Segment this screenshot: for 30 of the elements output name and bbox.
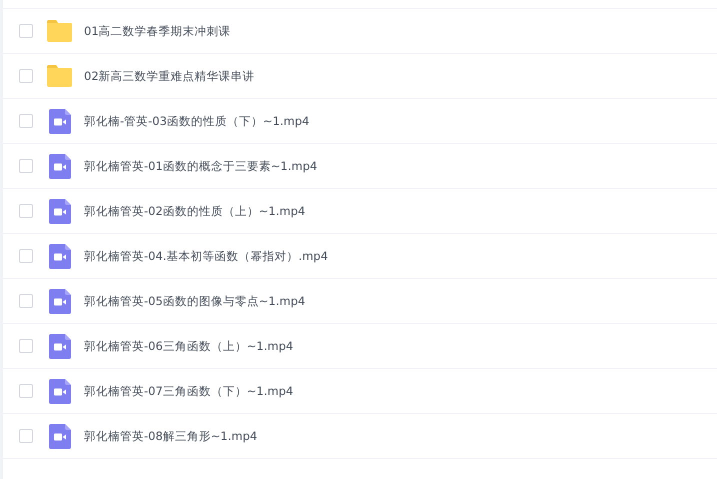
checkbox[interactable] (19, 159, 33, 173)
checkbox[interactable] (19, 249, 33, 263)
video-file-icon (48, 244, 70, 268)
folder-icon (46, 20, 73, 42)
file-name[interactable]: 01高二数学春季期末冲刺课 (84, 24, 231, 38)
checkbox[interactable] (19, 339, 33, 353)
file-name[interactable]: 郭化楠管英-07三角函数（下）~1.mp4 (84, 384, 294, 398)
file-name[interactable]: 02新高三数学重难点精华课串讲 (84, 68, 255, 84)
checkbox[interactable] (19, 24, 33, 38)
file-name[interactable]: 郭化楠管英-01函数的概念于三要素~1.mp4 (84, 158, 318, 174)
file-name[interactable]: 郭化楠管英-02函数的性质（上）~1.mp4 (84, 204, 306, 218)
checkbox[interactable] (19, 429, 33, 443)
video-file-icon (48, 108, 70, 134)
checkbox[interactable] (19, 114, 33, 128)
checkbox[interactable] (19, 69, 33, 83)
video-file-icon (48, 198, 70, 224)
file-name[interactable]: 郭化楠管英-04.基本初等函数（幂指对）.mp4 (84, 248, 328, 264)
file-name[interactable]: 郭化楠管英-05函数的图像与零点~1.mp4 (84, 294, 306, 308)
file-name[interactable]: 郭化楠管英-06三角函数（上）~1.mp4 (84, 338, 294, 354)
video-file-icon (48, 424, 70, 448)
checkbox[interactable] (19, 384, 33, 398)
video-file-icon (48, 288, 70, 314)
checkbox[interactable] (19, 294, 33, 308)
video-file-icon (48, 378, 70, 404)
video-file-icon (48, 334, 70, 358)
checkbox[interactable] (19, 204, 33, 218)
folder-icon (46, 65, 73, 87)
file-name[interactable]: 郭化楠-管英-03函数的性质（下）~1.mp4 (84, 114, 310, 128)
file-name[interactable]: 郭化楠管英-08解三角形~1.mp4 (84, 428, 258, 444)
video-file-icon (48, 154, 70, 178)
